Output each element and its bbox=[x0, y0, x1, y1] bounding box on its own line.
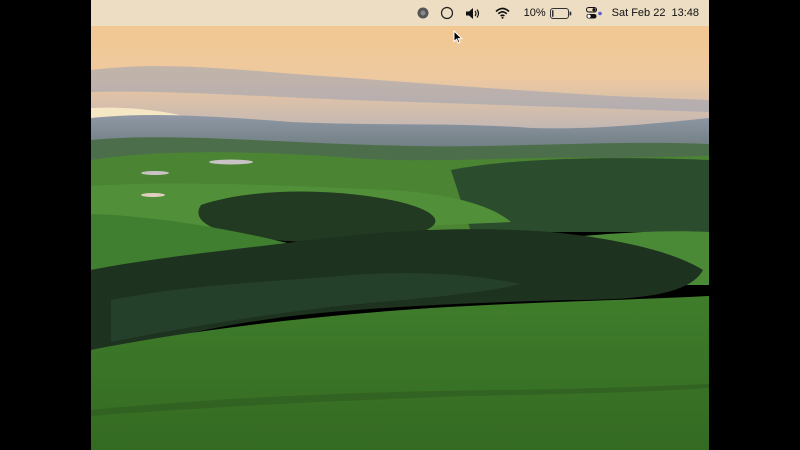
clock[interactable]: Sat Feb 22 13:48 bbox=[612, 0, 699, 26]
wifi-icon[interactable] bbox=[495, 0, 510, 26]
desktop-wallpaper bbox=[91, 0, 709, 450]
battery-percent: 10% bbox=[523, 7, 546, 19]
siri-circle-icon[interactable] bbox=[440, 0, 454, 26]
menu-bar: 10% Sat Feb 22 13:48 bbox=[91, 0, 709, 26]
mouse-pointer-icon bbox=[453, 30, 463, 44]
screen-record-icon[interactable] bbox=[417, 0, 429, 26]
menubar-date: Sat Feb 22 bbox=[611, 7, 666, 19]
menubar-time: 13:48 bbox=[671, 7, 699, 19]
volume-icon[interactable] bbox=[465, 0, 481, 26]
desktop-screen: 10% Sat Feb 22 13:48 bbox=[91, 0, 709, 450]
battery-status[interactable]: 10% bbox=[524, 0, 572, 26]
battery-icon bbox=[549, 7, 571, 19]
control-center-icon[interactable] bbox=[585, 0, 602, 26]
